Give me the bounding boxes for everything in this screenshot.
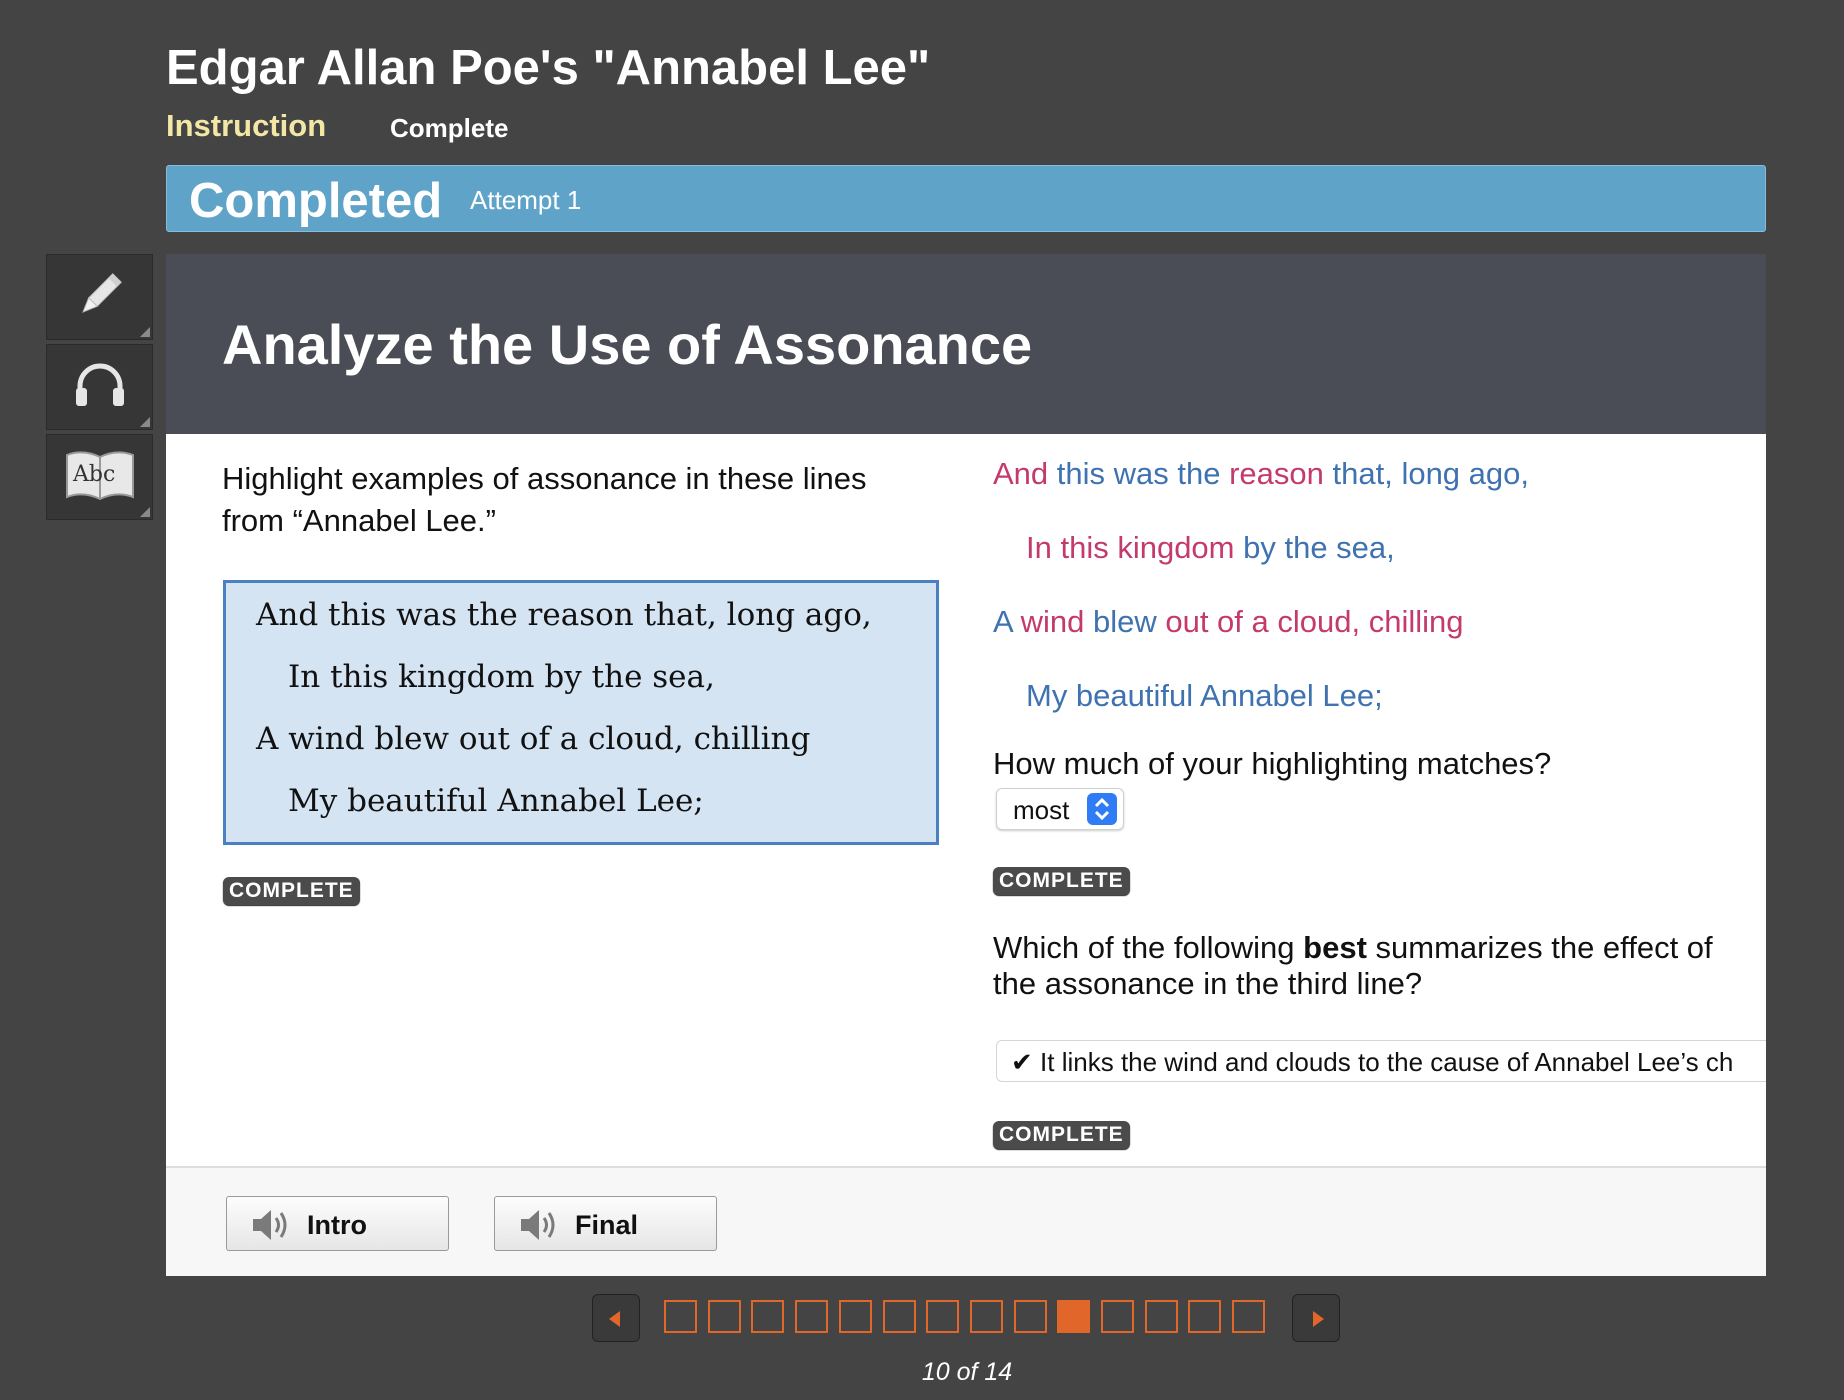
intro-label: Intro <box>307 1210 367 1240</box>
answer-line-2: In this kingdom by the sea, <box>1026 530 1395 566</box>
page-square-12[interactable] <box>1145 1300 1178 1333</box>
question-assonance-effect: Which of the following best summarizes t… <box>993 930 1713 1001</box>
pencil-icon <box>72 267 128 328</box>
complete-badge: COMPLETE <box>993 867 1130 895</box>
answer-text: It links the wind and clouds to the caus… <box>1040 1047 1734 1077</box>
highlight-segment: out of a cloud, <box>1156 604 1361 639</box>
footer-bar: Intro Final <box>166 1166 1766 1276</box>
page-square-4[interactable] <box>795 1300 828 1333</box>
select-value: most <box>1013 795 1070 825</box>
page-square-13[interactable] <box>1188 1300 1221 1333</box>
audio-tool-button[interactable] <box>46 344 153 430</box>
lesson-content: Highlight examples of assonance in these… <box>166 434 1766 1166</box>
match-amount-select[interactable]: most <box>996 788 1124 830</box>
answer-select[interactable]: ✔ It links the wind and clouds to the ca… <box>996 1040 1766 1082</box>
highlight-segment: that, <box>1323 456 1393 491</box>
highlight-segment: blew <box>1084 604 1157 639</box>
lesson-header: Analyze the Use of Assonance <box>166 254 1766 434</box>
highlight-segment: by the sea, <box>1234 530 1395 565</box>
poem-line[interactable]: My beautiful Annabel Lee; <box>288 783 704 819</box>
status-bar: Completed Attempt 1 <box>166 165 1766 232</box>
highlight-segment: In this kingdom <box>1026 530 1235 565</box>
instruction-text: Highlight examples of assonance in these… <box>222 461 867 538</box>
highlight-segment: this was the <box>1048 456 1230 491</box>
poem-line[interactable]: And this was the reason that, long ago, <box>256 597 872 633</box>
page-square-10[interactable] <box>1057 1300 1090 1333</box>
tab-complete[interactable]: Complete <box>390 113 508 144</box>
app-title: Edgar Allan Poe's "Annabel Lee" <box>166 41 931 95</box>
page-square-1[interactable] <box>664 1300 697 1333</box>
pencil-tool-button[interactable] <box>46 254 153 340</box>
highlight-segment: A <box>993 604 1012 639</box>
page-square-7[interactable] <box>926 1300 959 1333</box>
svg-text:Abc: Abc <box>72 462 115 487</box>
tab-instruction[interactable]: Instruction <box>166 108 326 144</box>
complete-badge: COMPLETE <box>993 1121 1130 1149</box>
page-square-11[interactable] <box>1101 1300 1134 1333</box>
arrow-right-icon <box>1313 1311 1324 1327</box>
complete-badge: COMPLETE <box>223 877 360 905</box>
highlight-segment: And <box>993 456 1049 491</box>
dictionary-tool-button[interactable]: Abc <box>46 434 153 520</box>
page-indicator: 10 of 14 <box>921 1358 1013 1386</box>
page-square-9[interactable] <box>1014 1300 1047 1333</box>
final-audio-button[interactable]: Final <box>494 1196 717 1251</box>
question-highlight-match: How much of your highlighting matches? <box>993 746 1552 781</box>
answer-line-3: A wind blew out of a cloud, chilling <box>993 604 1463 640</box>
poem-line[interactable]: A wind blew out of a cloud, chilling <box>256 721 810 757</box>
highlight-segment: chilling <box>1360 604 1464 639</box>
page-square-2[interactable] <box>708 1300 741 1333</box>
page-square-3[interactable] <box>751 1300 784 1333</box>
page-square-5[interactable] <box>839 1300 872 1333</box>
answer-line-1: And this was the reason that, long ago, <box>993 456 1529 492</box>
next-page-button[interactable] <box>1292 1294 1340 1342</box>
headphones-icon <box>72 360 128 415</box>
intro-audio-button[interactable]: Intro <box>226 1196 449 1251</box>
poem-highlight-box[interactable]: And this was the reason that, long ago, … <box>223 580 939 845</box>
status-title: Completed <box>189 174 443 228</box>
select-arrows-icon <box>1087 793 1117 825</box>
previous-page-button[interactable] <box>592 1294 640 1342</box>
speaker-icon <box>253 1210 287 1240</box>
highlight-segment: My beautiful Annabel Lee; <box>1026 678 1383 713</box>
final-label: Final <box>575 1210 639 1240</box>
lesson-title: Analyze the Use of Assonance <box>222 313 1033 376</box>
page-square-6[interactable] <box>883 1300 916 1333</box>
arrow-left-icon <box>609 1311 620 1327</box>
attempt-label: Attempt 1 <box>470 185 582 215</box>
page-square-14[interactable] <box>1232 1300 1265 1333</box>
highlight-segment: long ago, <box>1392 456 1529 491</box>
checkmark-icon: ✔ <box>1011 1047 1033 1077</box>
speaker-icon <box>521 1210 555 1240</box>
poem-line[interactable]: In this kingdom by the sea, <box>288 659 715 695</box>
highlight-segment: wind <box>1011 604 1085 639</box>
dictionary-icon: Abc <box>63 447 137 508</box>
answer-line-4: My beautiful Annabel Lee; <box>1026 678 1383 714</box>
page-square-8[interactable] <box>970 1300 1003 1333</box>
highlight-segment: reason <box>1229 456 1324 491</box>
